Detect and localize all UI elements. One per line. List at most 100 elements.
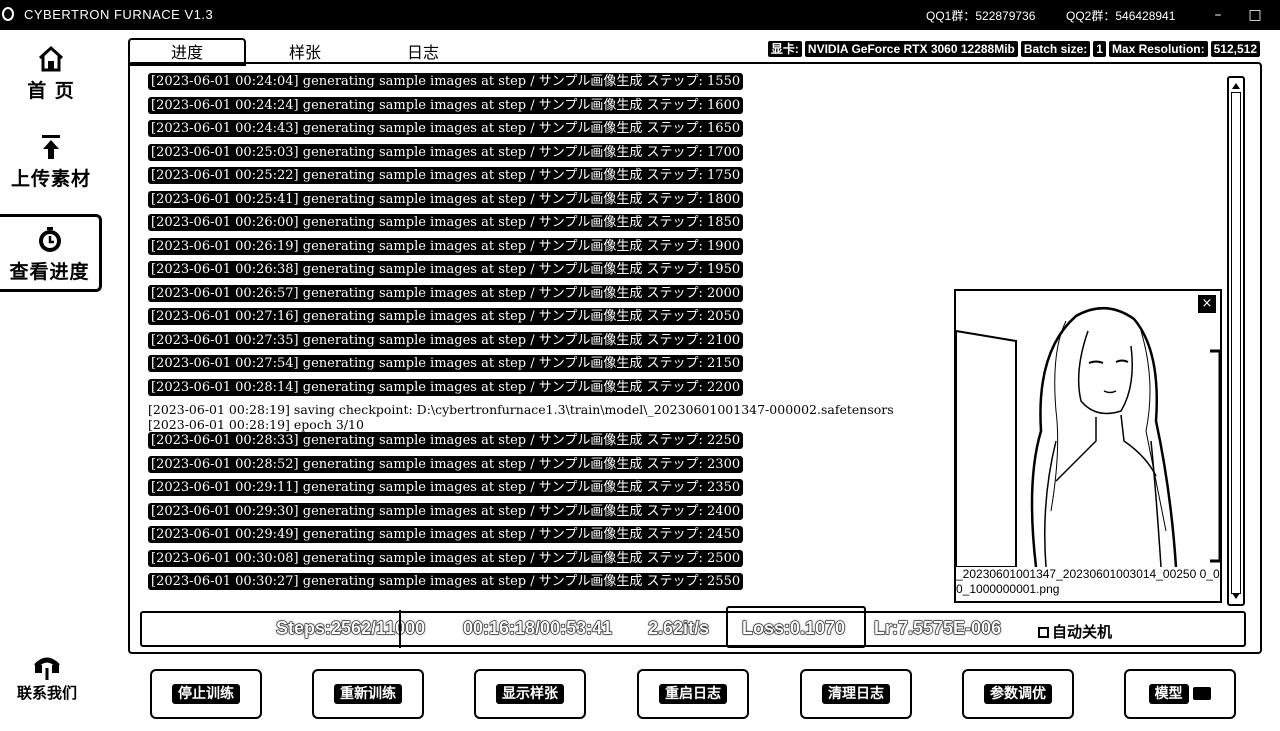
log-line: [2023-06-01 00:27:35] generating sample … [148, 331, 948, 356]
sidebar-item-upload[interactable]: 上传素材 [0, 132, 102, 204]
log-line-text: [2023-06-01 00:28:52] generating sample … [148, 455, 744, 473]
window-title: CYBERTRON FURNACE V1.3 [24, 7, 214, 22]
contact-icon [34, 657, 60, 680]
steps-counter: Steps:2562/11000 [275, 618, 426, 639]
log-line: [2023-06-01 00:28:52] generating sample … [148, 455, 948, 480]
contact-label: 联系我们 [16, 684, 77, 702]
log-line-text: [2023-06-01 00:30:08] generating sample … [148, 549, 744, 567]
log-line: [2023-06-01 00:27:16] generating sample … [148, 308, 948, 332]
log-line: [2023-06-01 00:25:41] generating sample … [148, 190, 948, 215]
log-line: [2023-06-01 00:24:43] generating sample … [148, 120, 948, 144]
log-line: [2023-06-01 00:24:24] generating sample … [148, 96, 948, 121]
learning-rate: Lr:7.5575E-006 [873, 618, 1002, 639]
sidebar-item-home[interactable]: 首 页 [0, 44, 102, 116]
log-line-text: [2023-06-01 00:29:11] generating sample … [148, 479, 744, 496]
log-line: [2023-06-01 00:28:19] saving checkpoint:… [148, 402, 948, 417]
scroll-up-arrow-icon[interactable] [1232, 83, 1240, 89]
log-scrollbar[interactable] [1227, 76, 1245, 606]
gpu-name: NVIDIA GeForce RTX 3060 12288Mib [804, 41, 1018, 57]
log-line-text: [2023-06-01 00:26:57] generating sample … [148, 284, 744, 302]
log-line-text: [2023-06-01 00:24:43] generating sample … [148, 120, 744, 137]
model-button[interactable]: 模型 [1124, 669, 1236, 719]
sidebar-item-label: 查看进度 [9, 261, 90, 283]
show-samples-button[interactable]: 显示样张 [474, 669, 586, 719]
sample-image [956, 291, 1220, 567]
tune-params-button[interactable]: 参数调优 [962, 669, 1074, 719]
sidebar-item-progress[interactable]: 查看进度 [0, 214, 102, 292]
minimize-button[interactable]: – [1203, 4, 1233, 26]
log-line: [2023-06-01 00:28:19] epoch 3/10 [148, 417, 948, 432]
home-icon [38, 45, 64, 72]
scroll-thumb[interactable] [1231, 92, 1241, 594]
batch-value: 1 [1093, 41, 1106, 57]
upload-icon [42, 135, 60, 159]
log-line-text: [2023-06-01 00:27:35] generating sample … [148, 331, 744, 349]
log-line: [2023-06-01 00:30:27] generating sample … [148, 573, 948, 597]
log-line-text: [2023-06-01 00:30:27] generating sample … [148, 573, 744, 590]
log-line-text: [2023-06-01 00:24:04] generating sample … [148, 73, 744, 90]
log-line: [2023-06-01 00:26:38] generating sample … [148, 261, 948, 285]
clear-log-button[interactable]: 清理日志 [800, 669, 912, 719]
log-line: [2023-06-01 00:25:03] generating sample … [148, 143, 948, 168]
resolution-label: Max Resolution: [1108, 41, 1208, 57]
auto-shutdown-checkbox[interactable]: 自动关机 [1038, 621, 1112, 642]
log-line: [2023-06-01 00:30:08] generating sample … [148, 549, 948, 574]
qq2-group: QQ2群：546428941 [1066, 9, 1176, 23]
restart-log-button[interactable]: 重启日志 [637, 669, 749, 719]
log-line-text: [2023-06-01 00:28:19] saving checkpoint:… [148, 402, 894, 417]
status-divider [399, 610, 401, 648]
log-line-text: [2023-06-01 00:26:38] generating sample … [148, 261, 744, 278]
progress-icon [38, 227, 61, 252]
loss-value: Loss:0.1070 [741, 618, 846, 639]
log-line: [2023-06-01 00:29:30] generating sample … [148, 502, 948, 527]
log-line-text: [2023-06-01 00:24:24] generating sample … [148, 96, 744, 114]
contact-us-button[interactable]: 联系我们 [0, 652, 94, 703]
elapsed-time: 00:16:18/00:53:41 [462, 618, 613, 639]
sidebar-item-label: 上传素材 [10, 168, 91, 190]
log-line-text: [2023-06-01 00:25:03] generating sample … [148, 143, 744, 161]
title-bar: CYBERTRON FURNACE V1.3 QQ1群：522879736 QQ… [0, 0, 1280, 30]
log-line: [2023-06-01 00:26:57] generating sample … [148, 284, 948, 309]
log-line-text: [2023-06-01 00:28:19] epoch 3/10 [148, 417, 364, 432]
log-line: [2023-06-01 00:28:14] generating sample … [148, 378, 948, 403]
log-line-text: [2023-06-01 00:25:41] generating sample … [148, 190, 744, 208]
button-label: 参数调优 [984, 684, 1052, 704]
button-label: 停止训练 [172, 684, 240, 704]
gpu-info: 显卡: NVIDIA GeForce RTX 3060 12288Mib Batch… [765, 40, 1260, 57]
resolution-value: 512,512 [1210, 41, 1260, 57]
log-line: [2023-06-01 00:29:11] generating sample … [148, 479, 948, 503]
button-label: 清理日志 [822, 684, 890, 704]
log-line: [2023-06-01 00:26:00] generating sample … [148, 214, 948, 238]
status-bar: Steps:2562/11000 00:16:18/00:53:41 2.62i… [140, 606, 1246, 648]
scroll-down-arrow-icon[interactable] [1232, 593, 1240, 599]
auto-shutdown-label: 自动关机 [1052, 623, 1113, 641]
log-line: [2023-06-01 00:25:22] generating sample … [148, 167, 948, 191]
log-line: [2023-06-01 00:28:33] generating sample … [148, 432, 948, 456]
folder-icon [1193, 687, 1212, 700]
restart-training-button[interactable]: 重新训练 [312, 669, 424, 719]
checkbox-box[interactable] [1038, 627, 1049, 638]
maximize-button[interactable]: □ [1240, 4, 1270, 26]
stop-training-button[interactable]: 停止训练 [150, 669, 262, 719]
sidebar: 首 页 上传素材 查看进度 联系我们 [0, 30, 104, 731]
sample-preview: × _20230601001347_20230601003014_00250 0… [954, 289, 1222, 603]
log-line-text: [2023-06-01 00:27:54] generating sample … [148, 355, 744, 372]
log-line-text: [2023-06-01 00:26:00] generating sample … [148, 214, 744, 231]
sidebar-item-label: 首 页 [27, 80, 75, 102]
log-line: [2023-06-01 00:27:54] generating sample … [148, 355, 948, 379]
batch-label: Batch size: [1020, 41, 1091, 57]
iteration-speed: 2.62it/s [647, 618, 710, 639]
button-label: 显示样张 [496, 684, 564, 704]
log-line-text: [2023-06-01 00:29:30] generating sample … [148, 502, 744, 520]
log-line-text: [2023-06-01 00:25:22] generating sample … [148, 167, 744, 184]
log-line-text: [2023-06-01 00:29:49] generating sample … [148, 526, 744, 543]
log-line-text: [2023-06-01 00:26:19] generating sample … [148, 237, 744, 255]
log-line: [2023-06-01 00:26:19] generating sample … [148, 237, 948, 262]
log-line: [2023-06-01 00:29:49] generating sample … [148, 526, 948, 550]
button-label: 重新训练 [334, 684, 402, 704]
log-line-text: [2023-06-01 00:27:16] generating sample … [148, 308, 744, 325]
qq1-group: QQ1群：522879736 [926, 9, 1036, 23]
close-preview-icon[interactable]: × [1198, 295, 1216, 313]
button-label: 模型 [1148, 684, 1189, 704]
preview-filename: _20230601001347_20230601003014_00250 0_0… [956, 567, 1220, 597]
